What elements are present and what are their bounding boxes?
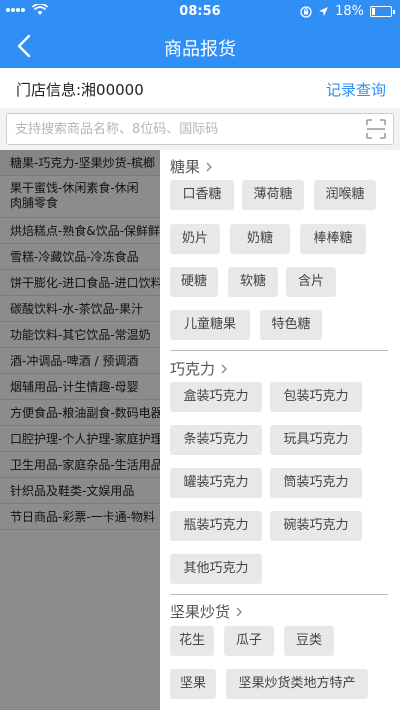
status-right: 18%	[300, 4, 395, 19]
subcategory-tag[interactable]: 豆类	[284, 626, 334, 656]
subcategory-tag[interactable]: 奶糖	[230, 224, 290, 254]
subcategory-tag[interactable]: 盒装巧克力	[170, 382, 262, 412]
chevron-right-icon	[236, 607, 242, 616]
section-title-label: 坚果炒货	[170, 603, 231, 621]
subcategory-panel: 糖果口香糖 薄荷糖 润喉糖奶片 奶糖 棒棒糖硬糖 软糖 含片儿童糖果 特色糖巧克力盒装巧克力包…	[160, 150, 400, 710]
subcategory-tag[interactable]: 薄荷糖	[242, 180, 304, 210]
subcategory-tag[interactable]: 坚果炒货类地方特产	[226, 669, 368, 699]
dim-overlay[interactable]	[0, 150, 160, 710]
subcategory-tag[interactable]: 瓶装巧克力	[170, 511, 262, 541]
subcategory-tag[interactable]: 瓜子	[224, 626, 274, 656]
section-divider	[170, 350, 388, 351]
subcategory-tag[interactable]: 罐装巧克力	[170, 468, 262, 498]
status-bar: 08:56 18%	[0, 0, 400, 24]
section-title-label: 糖果	[170, 158, 201, 176]
page-title: 商品报货	[164, 39, 236, 60]
subcategory-tag[interactable]: 条装巧克力	[170, 425, 262, 455]
nav-bar: 商品报货	[0, 24, 400, 68]
battery-percent: 18%	[335, 4, 364, 19]
subcategory-tag[interactable]: 坚果	[170, 669, 216, 699]
section-title[interactable]: 巧克力	[170, 358, 229, 379]
store-info-bar: 门店信息:湘00000 记录查询	[0, 68, 400, 108]
subcategory-tag[interactable]: 儿童糖果	[170, 310, 250, 340]
subcategory-tag[interactable]: 筒装巧克力	[270, 468, 362, 498]
subcategory-tag[interactable]: 包装巧克力	[270, 382, 362, 412]
section-title[interactable]: 糖果	[170, 156, 214, 177]
rotation-lock-icon	[300, 5, 312, 18]
subcategory-tag[interactable]: 花生	[170, 626, 214, 656]
subcategory-tag[interactable]: 奶片	[170, 224, 220, 254]
subcategory-tag[interactable]: 特色糖	[260, 310, 322, 340]
subcategory-tag[interactable]: 硬糖	[170, 267, 218, 297]
subcategory-tag[interactable]: 玩具巧克力	[270, 425, 362, 455]
subcategory-tag[interactable]: 棒棒糖	[300, 224, 366, 254]
subcategory-tag[interactable]: 口香糖	[170, 180, 234, 210]
battery-icon	[370, 6, 395, 17]
chevron-right-icon	[221, 364, 227, 373]
subcategory-tag[interactable]: 润喉糖	[314, 180, 376, 210]
record-query-link[interactable]: 记录查询	[326, 79, 386, 100]
subcategory-tag[interactable]: 软糖	[228, 267, 278, 297]
subcategory-tag[interactable]: 其他巧克力	[170, 554, 262, 584]
battery-fill	[372, 8, 375, 15]
section-title[interactable]: 坚果炒货	[170, 601, 244, 622]
search-box	[6, 113, 394, 145]
search-input[interactable]	[15, 119, 355, 139]
search-area	[0, 108, 400, 150]
subcategory-tag[interactable]: 碗装巧克力	[270, 511, 362, 541]
section-title-label: 巧克力	[170, 360, 216, 378]
scan-icon[interactable]	[365, 118, 387, 140]
chevron-right-icon	[206, 162, 212, 171]
location-icon	[319, 7, 329, 16]
section-divider	[170, 594, 388, 595]
subcategory-tag[interactable]: 含片	[286, 267, 336, 297]
store-info-label: 门店信息:湘00000	[16, 81, 144, 99]
